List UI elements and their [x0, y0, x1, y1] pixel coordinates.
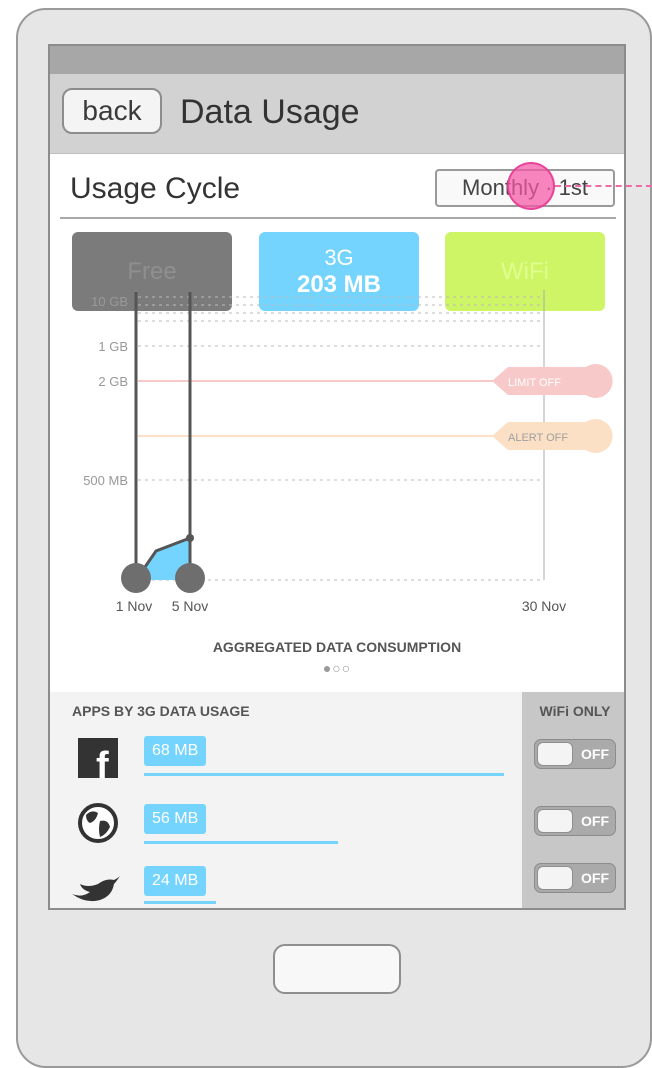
toggle-state: OFF — [581, 746, 609, 762]
svg-text:f: f — [96, 745, 109, 780]
toggle-state: OFF — [581, 813, 609, 829]
app-usage-twitter: 24 MB — [144, 866, 207, 896]
page-indicator[interactable]: ●○○ — [50, 660, 624, 676]
globe-icon — [76, 801, 120, 845]
twitter-bird-icon — [68, 864, 120, 908]
y-axis-labels: 10 GB 2 GB 1 GB 500 MB — [83, 294, 128, 488]
toggle-knob — [537, 742, 573, 766]
wifi-only-toggle-twitter[interactable]: OFF — [534, 863, 616, 893]
y-tick-2gb: 2 GB — [98, 374, 128, 389]
range-start-handle[interactable] — [121, 563, 151, 593]
x-tick-5nov: 5 Nov — [172, 598, 209, 614]
alert-label: ALERT OFF — [508, 432, 568, 444]
home-button[interactable] — [273, 944, 401, 994]
x-tick-30nov: 30 Nov — [522, 598, 566, 614]
toggle-knob — [537, 809, 573, 833]
touch-indicator — [507, 162, 555, 210]
wifi-only-toggle-facebook[interactable]: OFF — [534, 739, 616, 769]
x-axis-labels: 1 Nov 5 Nov 30 Nov — [116, 598, 566, 614]
x-tick-1nov: 1 Nov — [116, 598, 153, 614]
app-usage-bar-twitter — [144, 901, 216, 904]
y-tick-1gb: 1 GB — [98, 339, 128, 354]
app-usage-bar-globe — [144, 841, 338, 844]
app-usage-facebook: 68 MB — [144, 736, 207, 766]
app-usage-globe: 56 MB — [144, 804, 207, 834]
chart-title: AGGREGATED DATA CONSUMPTION — [212, 639, 462, 655]
app-usage-bar-facebook — [144, 773, 504, 776]
limit-label: LIMIT OFF — [508, 377, 561, 389]
toggle-state: OFF — [581, 870, 609, 886]
toggle-knob — [537, 866, 573, 890]
range-end-handle[interactable] — [175, 563, 205, 593]
y-tick-10gb: 10 GB — [91, 294, 128, 309]
facebook-icon: f — [76, 736, 120, 787]
data-usage-chart: LIMIT OFF ALERT OFF 10 GB 2 GB 1 GB 500 … — [83, 290, 613, 614]
annotation-connector — [555, 185, 652, 187]
apps-header: APPS BY 3G DATA USAGE — [72, 703, 250, 719]
y-tick-500mb: 500 MB — [83, 473, 128, 488]
wifi-only-header: WiFi ONLY — [539, 703, 611, 719]
wifi-only-toggle-globe[interactable]: OFF — [534, 806, 616, 836]
threshold-markers: LIMIT OFF ALERT OFF — [138, 364, 613, 453]
